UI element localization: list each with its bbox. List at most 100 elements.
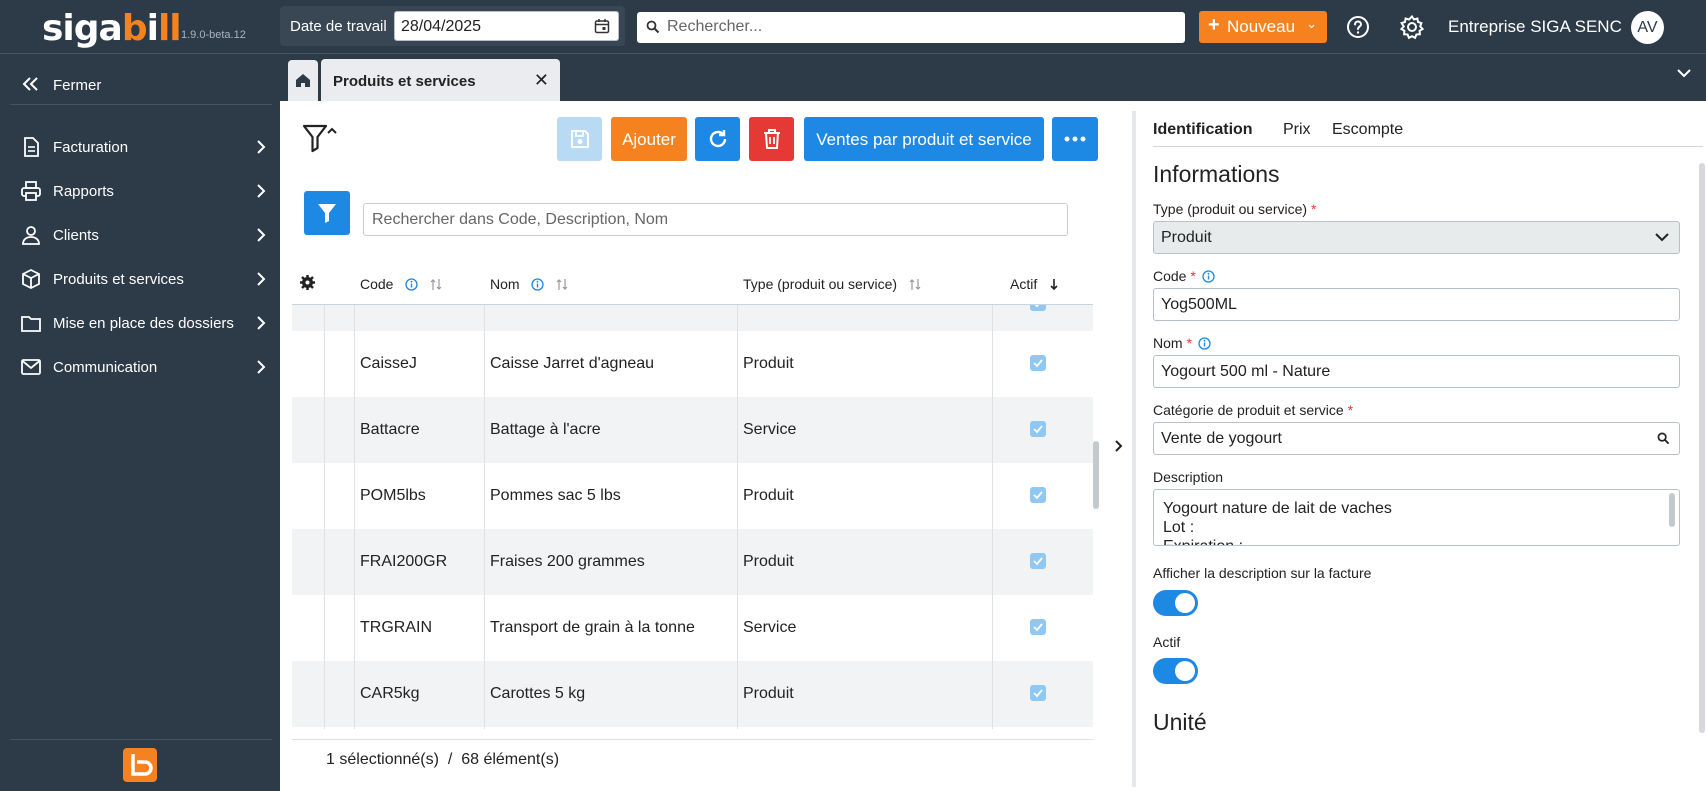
active-checkbox[interactable] — [1030, 487, 1046, 503]
filter-button[interactable] — [304, 191, 350, 235]
grid-scrollbar[interactable] — [1093, 441, 1099, 509]
column-divider — [354, 305, 355, 729]
grid-header: Code Nom Type (produit ou service) Actif — [292, 259, 1093, 305]
sigabill-logo[interactable]: sigabill — [42, 8, 182, 49]
refresh-button[interactable] — [695, 117, 740, 161]
grid-search-input[interactable] — [363, 203, 1068, 236]
filter-icon — [318, 204, 336, 223]
work-date-field[interactable]: 28/04/2025 — [394, 11, 619, 41]
active-checkbox[interactable] — [1030, 355, 1046, 371]
top-bar: sigabill 1.9.0-beta.12 Date de travail 2… — [0, 0, 1706, 54]
printer-icon — [21, 181, 41, 201]
detail-scrollbar[interactable] — [1699, 163, 1705, 733]
required-marker: * — [1310, 201, 1317, 217]
table-row[interactable]: FRAI200GR Fraises 200 grammes Produit — [292, 529, 1093, 595]
table-row[interactable]: CaisseJ Caisse Jarret d'agneau Produit — [292, 331, 1093, 397]
company-name[interactable]: Entreprise SIGA SENC — [1448, 17, 1622, 37]
category-field[interactable]: Vente de yogourt — [1153, 422, 1680, 455]
search-icon[interactable] — [1657, 432, 1670, 445]
sort-desc-icon[interactable] — [1049, 278, 1059, 291]
grid-footer-divider — [292, 739, 1093, 740]
column-header-nom[interactable]: Nom — [490, 276, 568, 292]
trash-icon — [763, 129, 780, 149]
column-header-type[interactable]: Type (produit ou service) — [743, 276, 921, 292]
sidebar-item-communication[interactable]: Communication — [10, 347, 272, 387]
sidebar-item-produits-services[interactable]: Produits et services — [10, 259, 272, 299]
active-checkbox[interactable] — [1030, 553, 1046, 569]
active-checkbox[interactable] — [1030, 619, 1046, 635]
table-row[interactable]: CAR5kg Carottes 5 kg Produit — [292, 661, 1093, 727]
chevron-right-icon — [257, 228, 266, 242]
active-checkbox[interactable] — [1030, 421, 1046, 437]
active-checkbox[interactable] — [1030, 685, 1046, 701]
type-select[interactable]: Produit — [1153, 221, 1680, 254]
sort-icon[interactable] — [556, 278, 568, 291]
more-icon — [1064, 136, 1086, 142]
global-search[interactable] — [637, 12, 1185, 43]
cell-code: POM5lbs — [360, 487, 426, 504]
detail-tabs: Identification Prix Escompte — [1153, 111, 1703, 147]
sidebar-divider — [10, 739, 272, 740]
close-tab-icon[interactable]: ✕ — [534, 70, 549, 91]
description-textarea[interactable]: Yogourt nature de lait de vaches Lot : E… — [1153, 489, 1680, 546]
type-label: Type (produit ou service) * — [1153, 201, 1317, 217]
help-icon[interactable] — [1346, 15, 1370, 39]
sort-icon[interactable] — [909, 278, 921, 291]
user-avatar[interactable]: AV — [1631, 11, 1664, 44]
description-label: Description — [1153, 469, 1224, 485]
tab-identification[interactable]: Identification — [1153, 121, 1253, 139]
panel-expand-chevron-icon[interactable] — [1114, 439, 1124, 453]
column-header-actif[interactable]: Actif — [1010, 276, 1059, 292]
more-button[interactable] — [1052, 117, 1098, 161]
panel-splitter[interactable] — [1132, 111, 1136, 787]
add-button[interactable]: Ajouter — [611, 117, 687, 161]
cell-name: Transport de grain à la tonne — [490, 619, 695, 636]
sidebar-item-clients[interactable]: Clients — [10, 215, 272, 255]
tab-escompte[interactable]: Escompte — [1332, 121, 1403, 139]
mail-icon — [21, 359, 41, 375]
global-search-input[interactable] — [667, 16, 1167, 38]
tab-produits-services[interactable]: Produits et services ✕ — [321, 59, 560, 101]
double-chevron-left-icon — [22, 77, 38, 91]
column-header-code[interactable]: Code — [360, 276, 442, 292]
sidebar-item-facturation[interactable]: Facturation — [10, 127, 272, 167]
table-row[interactable]: Battacre Battage à l'acre Service — [292, 397, 1093, 463]
tab-home[interactable] — [288, 60, 318, 101]
sales-by-product-button[interactable]: Ventes par produit et service — [804, 117, 1044, 161]
name-field[interactable]: Yogourt 500 ml - Nature — [1153, 355, 1680, 388]
show-description-toggle[interactable] — [1153, 590, 1198, 616]
sidebar-item-rapports[interactable]: Rapports — [10, 171, 272, 211]
code-field[interactable]: Yog500ML — [1153, 288, 1680, 321]
invoice-icon — [24, 137, 39, 157]
active-label: Actif — [1153, 634, 1181, 650]
filter-collapse-icon[interactable] — [302, 124, 340, 154]
info-icon[interactable] — [531, 278, 545, 291]
save-button[interactable] — [557, 117, 602, 161]
sidebar-close[interactable]: Fermer — [10, 65, 272, 105]
chevron-right-icon — [257, 316, 266, 330]
cell-type: Produit — [743, 685, 794, 702]
delete-button[interactable] — [749, 117, 794, 161]
table-row[interactable]: TRGRAIN Transport de grain à la tonne Se… — [292, 595, 1093, 661]
table-row[interactable]: POM5lbs Pommes sac 5 lbs Produit — [292, 463, 1093, 529]
cell-type: Produit — [743, 553, 794, 570]
textarea-scrollbar[interactable] — [1669, 493, 1675, 527]
tab-prix[interactable]: Prix — [1283, 121, 1311, 139]
sort-icon[interactable] — [430, 278, 442, 291]
calendar-icon[interactable] — [594, 18, 610, 34]
sidebar-item-mise-en-place[interactable]: Mise en place des dossiers — [10, 303, 272, 343]
cell-name: Caisse Jarret d'agneau — [490, 355, 655, 372]
new-button[interactable]: + Nouveau ⌄ — [1199, 11, 1327, 43]
info-icon[interactable] — [405, 278, 419, 291]
save-icon — [570, 130, 589, 148]
chevron-down-icon — [1655, 233, 1669, 242]
info-icon[interactable] — [1198, 337, 1211, 350]
column-settings-gear-icon[interactable] — [300, 275, 315, 290]
active-toggle[interactable] — [1153, 658, 1198, 684]
chevron-down-icon[interactable] — [1676, 68, 1692, 78]
info-icon[interactable] — [1202, 270, 1215, 283]
chevron-right-icon — [257, 140, 266, 154]
settings-gear-icon[interactable] — [1399, 14, 1425, 40]
column-divider — [737, 305, 738, 729]
cell-type: Produit — [743, 487, 794, 504]
